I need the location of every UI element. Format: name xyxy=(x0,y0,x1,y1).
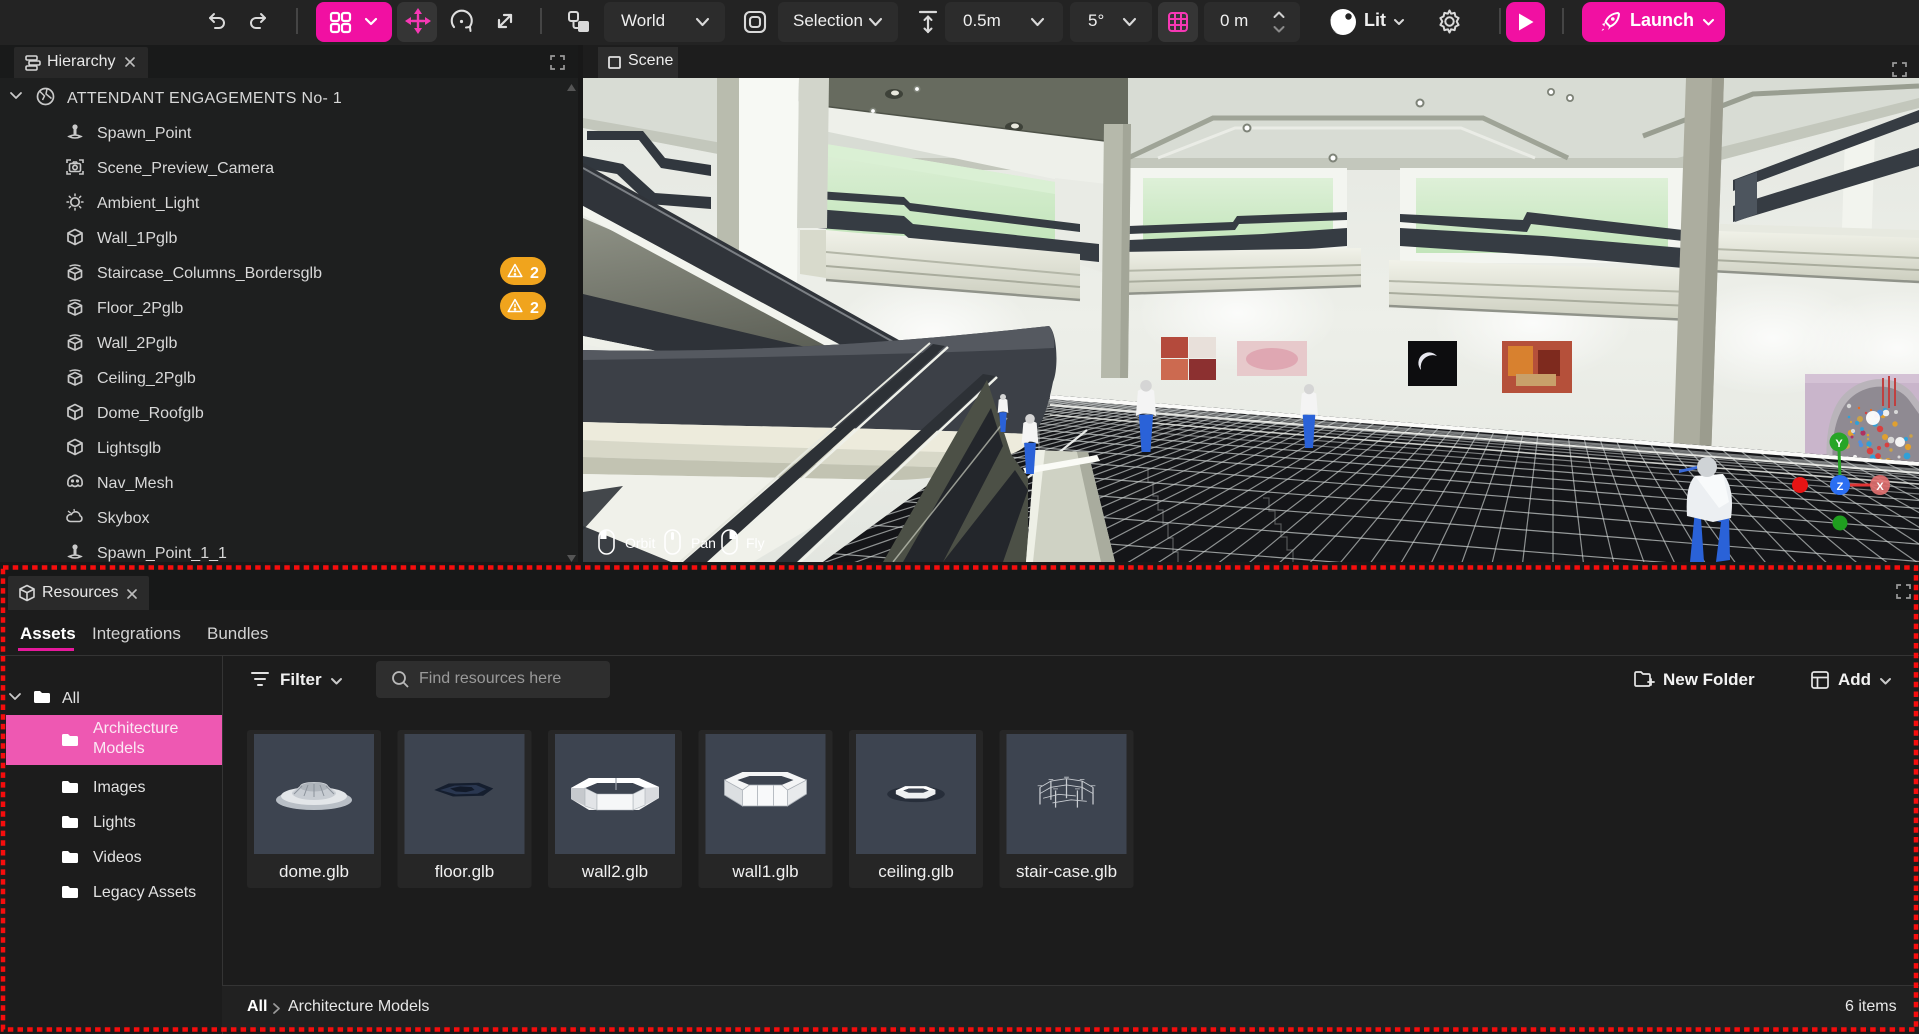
svg-text:Legacy Assets: Legacy Assets xyxy=(93,884,196,901)
svg-text:ATTENDANT ENGAGEMENTS No- 1: ATTENDANT ENGAGEMENTS No- 1 xyxy=(67,90,342,107)
svg-text:Staircase_Columns_Bordersglb: Staircase_Columns_Bordersglb xyxy=(97,265,322,282)
svg-text:X: X xyxy=(1876,481,1884,493)
svg-text:Architecture: Architecture xyxy=(93,720,178,737)
svg-text:Ceiling_2Pglb: Ceiling_2Pglb xyxy=(97,370,196,387)
svg-text:Wall_1Pglb: Wall_1Pglb xyxy=(97,230,177,247)
svg-text:ceiling.glb: ceiling.glb xyxy=(878,862,954,881)
svg-text:2: 2 xyxy=(530,265,539,282)
svg-text:2: 2 xyxy=(530,300,539,317)
svg-text:Y: Y xyxy=(1835,438,1843,450)
svg-text:Nav_Mesh: Nav_Mesh xyxy=(97,475,173,492)
svg-text:dome.glb: dome.glb xyxy=(279,862,349,881)
svg-text:Lights: Lights xyxy=(93,814,136,831)
svg-text:Models: Models xyxy=(93,740,145,757)
svg-text:Wall_2Pglb: Wall_2Pglb xyxy=(97,335,177,352)
svg-text:Spawn_Point_1_1: Spawn_Point_1_1 xyxy=(97,545,227,562)
svg-text:Spawn_Point: Spawn_Point xyxy=(97,125,192,142)
svg-text:Pan: Pan xyxy=(691,535,716,551)
svg-text:floor.glb: floor.glb xyxy=(435,862,495,881)
svg-text:Skybox: Skybox xyxy=(97,510,149,527)
svg-text:Orbit: Orbit xyxy=(625,535,655,551)
svg-text:Scene_Preview_Camera: Scene_Preview_Camera xyxy=(97,160,274,177)
svg-text:Videos: Videos xyxy=(93,849,142,866)
svg-text:Images: Images xyxy=(93,779,145,796)
svg-text:stair-case.glb: stair-case.glb xyxy=(1016,862,1117,881)
svg-text:Fly: Fly xyxy=(746,535,765,551)
svg-text:All: All xyxy=(62,690,80,707)
svg-text:wall1.glb: wall1.glb xyxy=(731,862,798,881)
svg-text:Ambient_Light: Ambient_Light xyxy=(97,195,200,212)
svg-text:Dome_Roofglb: Dome_Roofglb xyxy=(97,405,204,422)
svg-text:wall2.glb: wall2.glb xyxy=(581,862,648,881)
svg-text:Z: Z xyxy=(1837,481,1844,493)
svg-text:Lightsglb: Lightsglb xyxy=(97,440,161,457)
svg-text:Floor_2Pglb: Floor_2Pglb xyxy=(97,300,183,317)
